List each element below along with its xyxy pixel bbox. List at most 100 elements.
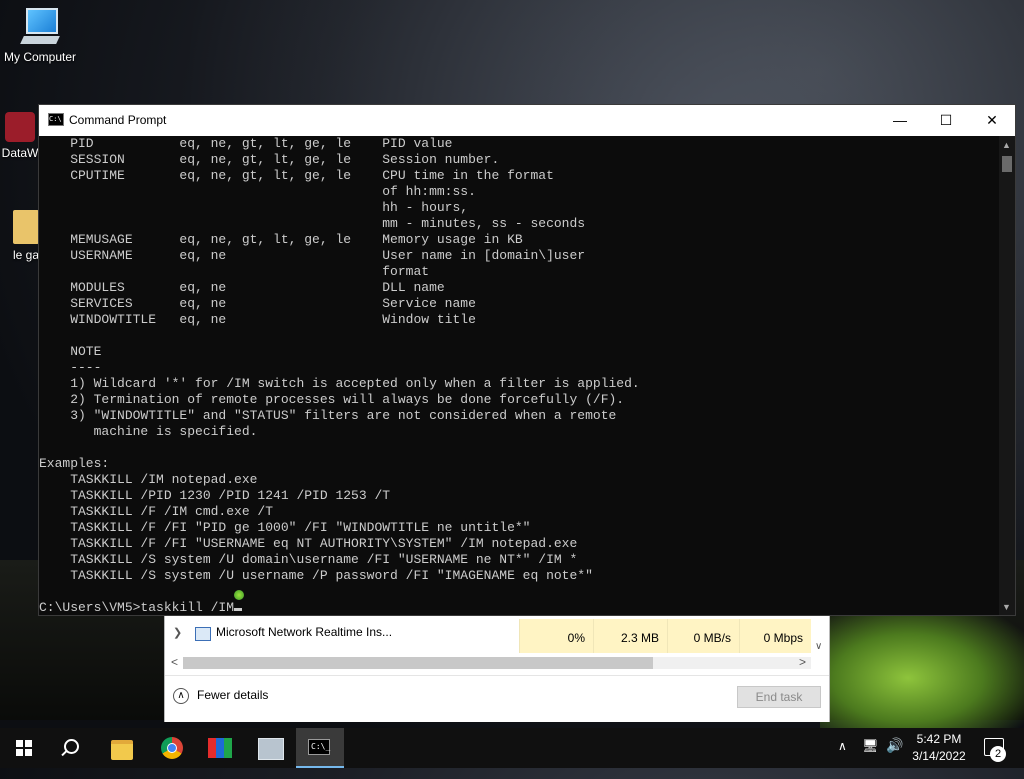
command-line[interactable]: C:\Users\VM5>taskkill /IM	[39, 600, 999, 616]
console-line: 2) Termination of remote processes will …	[39, 392, 625, 407]
clock[interactable]: 5:42 PM 3/14/2022	[906, 731, 972, 765]
clock-time: 5:42 PM	[916, 732, 962, 746]
desktop-icon-my-computer[interactable]: My Computer	[0, 8, 80, 64]
console-line: TASKKILL /F /FI "USERNAME eq NT AUTHORIT…	[39, 536, 578, 551]
command-prompt-icon: C:\	[48, 113, 64, 126]
app-icon	[208, 738, 232, 758]
console-line: MODULES eq, ne DLL name	[39, 280, 445, 295]
scroll-left-arrow-icon[interactable]: <	[171, 655, 178, 669]
console-line: USERNAME eq, ne User name in [domain\]us…	[39, 248, 586, 263]
process-row[interactable]: ❯ Microsoft Network Realtime Ins... 0% 2…	[165, 619, 829, 653]
cpu-cell: 0%	[519, 619, 593, 653]
console-output[interactable]: PID eq, ne, gt, lt, ge, le PID value SES…	[39, 136, 999, 616]
app-icon	[258, 738, 284, 760]
console-line: TASKKILL /IM notepad.exe	[39, 472, 258, 487]
console-line: Examples:	[39, 456, 110, 471]
network-cell: 0 Mbps	[739, 619, 811, 653]
clock-date: 3/14/2022	[912, 749, 966, 763]
mouse-cursor	[234, 590, 244, 600]
console-line: WINDOWTITLE eq, ne Window title	[39, 312, 476, 327]
memory-value: 2.3 MB	[620, 631, 659, 645]
taskbar-command-prompt[interactable]: C:\_	[296, 728, 344, 768]
scroll-right-arrow-icon[interactable]: >	[799, 655, 806, 669]
process-icon	[195, 627, 211, 641]
horizontal-scrollbar[interactable]: < >	[167, 655, 827, 671]
console-line: TASKKILL /S system /U domain\username /F…	[39, 552, 578, 567]
console-line: of hh:mm:ss.	[39, 184, 476, 199]
search-icon	[64, 739, 79, 754]
fewer-details-label: Fewer details	[197, 688, 269, 703]
chrome-icon	[161, 737, 183, 759]
process-name: Microsoft Network Realtime Ins...	[216, 625, 393, 639]
maximize-button[interactable]: ☐	[923, 105, 969, 136]
chevron-up-icon: ∧	[173, 688, 189, 704]
scroll-up-arrow-icon[interactable]: ▲	[1002, 140, 1011, 150]
scroll-down-arrow-icon[interactable]: ▼	[1002, 602, 1011, 612]
console-line: NOTE	[39, 344, 102, 359]
file-explorer-icon	[111, 740, 133, 760]
title-bar[interactable]: C:\ Command Prompt — ☐ ✕	[39, 105, 1015, 136]
console-line: 3) "WINDOWTITLE" and "STATUS" filters ar…	[39, 408, 617, 423]
start-icon	[16, 740, 32, 756]
scrollbar-thumb[interactable]	[183, 657, 653, 669]
console-line: TASKKILL /S system /U username /P passwo…	[39, 568, 593, 583]
console-line: SERVICES eq, ne Service name	[39, 296, 476, 311]
volume-icon: 🔊	[886, 737, 904, 753]
prompt-text: C:\Users\VM5>taskkill /IM	[39, 600, 235, 615]
show-hidden-icons-button[interactable]: ∧	[838, 739, 847, 779]
network-icon: 🖥	[862, 738, 879, 753]
console-line: 1) Wildcard '*' for /IM switch is accept…	[39, 376, 640, 391]
volume-control[interactable]: 🔊	[886, 737, 903, 777]
network-value: 0 Mbps	[763, 631, 803, 645]
notification-count-badge: 2	[990, 746, 1006, 762]
disk-value: 0 MB/s	[693, 631, 731, 645]
command-prompt-window[interactable]: C:\ Command Prompt — ☐ ✕ PID eq, ne, gt,…	[38, 104, 1016, 616]
console-line: TASKKILL /F /IM cmd.exe /T	[39, 504, 274, 519]
file-icon	[13, 210, 39, 244]
console-line: ----	[39, 360, 102, 375]
taskbar-app-1[interactable]	[196, 728, 244, 768]
console-line: TASKKILL /PID 1230 /PID 1241 /PID 1253 /…	[39, 488, 391, 503]
console-line: format	[39, 264, 430, 279]
computer-icon	[20, 8, 60, 46]
console-line: PID eq, ne, gt, lt, ge, le PID value	[39, 136, 453, 151]
scrollbar-thumb[interactable]	[1002, 156, 1012, 172]
console-text: PID eq, ne, gt, lt, ge, le PID value SES…	[39, 136, 999, 600]
close-button[interactable]: ✕	[969, 105, 1015, 136]
start-button[interactable]	[0, 728, 48, 768]
chevron-up-icon: ∧	[838, 739, 847, 753]
scroll-down-arrow-icon[interactable]: ∨	[815, 641, 822, 652]
console-line: TASKKILL /F /FI "PID ge 1000" /FI "WINDO…	[39, 520, 531, 535]
taskbar: C:\_ ∧ 🖥 🔊 5:42 PM 3/14/2022 2	[0, 728, 1024, 768]
app-icon	[5, 112, 35, 142]
console-line: hh - hours,	[39, 200, 469, 215]
task-manager-footer: ∧ Fewer details End task	[165, 675, 829, 722]
fewer-details-button[interactable]: ∧ Fewer details	[173, 688, 268, 704]
console-line: SESSION eq, ne, gt, lt, ge, le Session n…	[39, 152, 500, 167]
end-task-button[interactable]: End task	[737, 686, 821, 708]
task-manager-window: ❯ Microsoft Network Realtime Ins... 0% 2…	[164, 612, 830, 722]
chevron-right-icon[interactable]: ❯	[173, 626, 182, 639]
command-prompt-icon: C:\_	[308, 739, 330, 755]
vertical-scrollbar[interactable]: ▲ ▼	[999, 136, 1015, 615]
console-line: machine is specified.	[39, 424, 258, 439]
taskbar-chrome[interactable]	[148, 728, 196, 768]
search-button[interactable]	[48, 728, 96, 768]
taskbar-file-explorer[interactable]	[98, 728, 146, 768]
network-status[interactable]: 🖥	[862, 738, 879, 778]
memory-cell: 2.3 MB	[593, 619, 667, 653]
minimize-button[interactable]: —	[877, 105, 923, 136]
console-line: CPUTIME eq, ne, gt, lt, ge, le CPU time …	[39, 168, 554, 183]
cpu-value: 0%	[567, 631, 585, 645]
text-cursor	[234, 608, 243, 611]
window-title: Command Prompt	[69, 113, 167, 127]
taskbar-app-2[interactable]	[246, 728, 294, 768]
console-line: mm - minutes, ss - seconds	[39, 216, 586, 231]
desktop-icon-label: DataW	[1, 146, 39, 160]
disk-cell: 0 MB/s	[667, 619, 739, 653]
desktop-icon-label: le ga	[12, 248, 40, 262]
desktop-icon-label: My Computer	[3, 50, 77, 64]
